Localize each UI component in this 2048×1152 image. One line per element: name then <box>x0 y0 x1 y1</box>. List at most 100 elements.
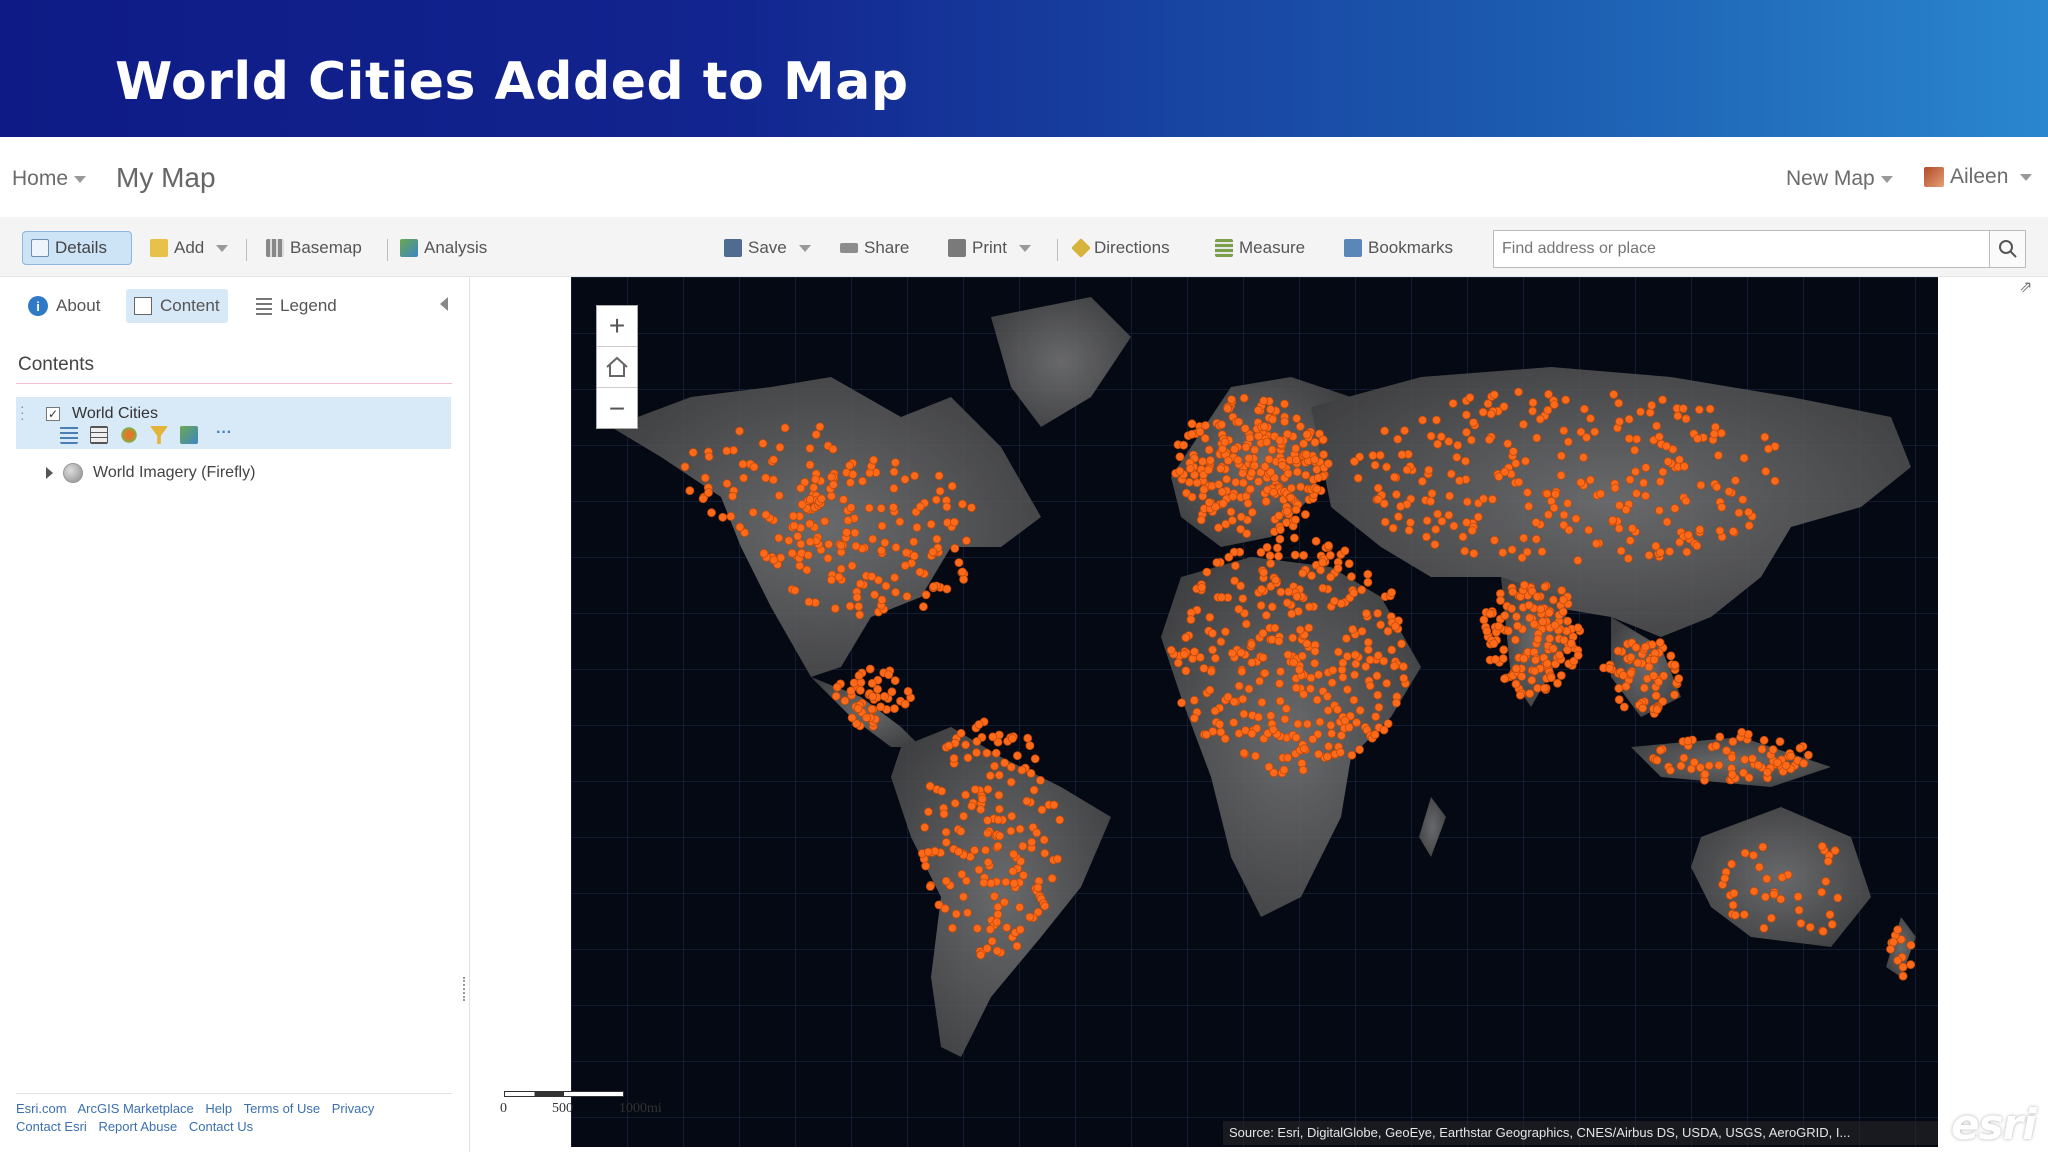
city-point[interactable] <box>1222 474 1231 484</box>
city-point[interactable] <box>1257 697 1267 707</box>
city-point[interactable] <box>1627 523 1637 533</box>
city-point[interactable] <box>846 686 856 696</box>
filter-icon[interactable] <box>150 426 168 444</box>
city-point[interactable] <box>1524 600 1534 610</box>
city-point[interactable] <box>803 550 813 560</box>
city-point[interactable] <box>1270 623 1280 633</box>
city-point[interactable] <box>1223 456 1233 466</box>
city-point[interactable] <box>909 537 919 547</box>
city-point[interactable] <box>1277 460 1287 470</box>
city-point[interactable] <box>1323 459 1333 469</box>
city-point[interactable] <box>1596 489 1605 499</box>
city-point[interactable] <box>1388 523 1398 533</box>
city-point[interactable] <box>1319 450 1328 460</box>
city-point[interactable] <box>1349 588 1359 598</box>
city-point[interactable] <box>790 585 800 595</box>
city-point[interactable] <box>1580 404 1589 414</box>
city-point[interactable] <box>1549 503 1559 513</box>
city-point[interactable] <box>1730 910 1740 920</box>
city-point[interactable] <box>1387 645 1397 655</box>
city-point[interactable] <box>1437 516 1447 526</box>
city-point[interactable] <box>1424 465 1434 475</box>
city-point[interactable] <box>1491 654 1500 664</box>
city-point[interactable] <box>1624 434 1634 444</box>
city-point[interactable] <box>1291 733 1301 743</box>
city-point[interactable] <box>826 491 836 501</box>
city-point[interactable] <box>1674 674 1684 684</box>
city-point[interactable] <box>1500 674 1509 684</box>
city-point[interactable] <box>1519 654 1529 664</box>
city-point[interactable] <box>1469 418 1478 428</box>
city-point[interactable] <box>1008 866 1018 876</box>
analysis-icon[interactable] <box>180 426 198 444</box>
city-point[interactable] <box>1315 717 1325 727</box>
city-point[interactable] <box>1255 676 1264 686</box>
city-point[interactable] <box>1338 658 1348 668</box>
city-point[interactable] <box>805 537 815 547</box>
city-point[interactable] <box>1496 596 1505 605</box>
city-point[interactable] <box>1291 683 1301 693</box>
city-point[interactable] <box>1195 427 1205 437</box>
city-point[interactable] <box>1022 796 1032 806</box>
city-point[interactable] <box>1655 477 1665 487</box>
city-point[interactable] <box>1244 684 1254 694</box>
city-point[interactable] <box>1567 638 1576 648</box>
city-point[interactable] <box>868 692 878 702</box>
city-point[interactable] <box>989 891 999 901</box>
city-point[interactable] <box>1389 661 1399 671</box>
city-point[interactable] <box>1216 637 1226 647</box>
city-point[interactable] <box>900 699 910 709</box>
city-point[interactable] <box>949 517 959 527</box>
city-point[interactable] <box>1283 650 1293 660</box>
city-point[interactable] <box>983 858 993 867</box>
city-point[interactable] <box>963 908 972 918</box>
city-point[interactable] <box>1230 444 1239 454</box>
city-point[interactable] <box>1239 393 1249 403</box>
city-point[interactable] <box>1283 469 1293 478</box>
city-point[interactable] <box>1310 658 1320 668</box>
city-point[interactable] <box>1246 484 1255 494</box>
city-point[interactable] <box>1793 892 1803 902</box>
city-point[interactable] <box>935 486 945 496</box>
city-point[interactable] <box>1431 524 1441 534</box>
city-point[interactable] <box>758 439 768 448</box>
city-point[interactable] <box>1301 470 1311 480</box>
city-point[interactable] <box>950 798 960 808</box>
city-point[interactable] <box>1531 518 1541 527</box>
city-point[interactable] <box>1266 404 1275 414</box>
city-point[interactable] <box>1310 455 1319 465</box>
footer-link-contact-esri[interactable]: Contact Esri <box>16 1119 87 1134</box>
city-point[interactable] <box>1631 642 1641 652</box>
city-point[interactable] <box>1556 451 1566 461</box>
city-point[interactable] <box>828 444 838 454</box>
city-point[interactable] <box>1269 768 1279 778</box>
city-point[interactable] <box>1280 714 1290 724</box>
city-point[interactable] <box>1665 547 1674 556</box>
city-point[interactable] <box>1015 925 1025 934</box>
city-point[interactable] <box>1197 582 1207 592</box>
city-point[interactable] <box>1375 450 1385 460</box>
city-point[interactable] <box>986 878 996 888</box>
city-point[interactable] <box>1540 582 1550 592</box>
city-point[interactable] <box>1173 658 1183 668</box>
city-point[interactable] <box>1181 633 1191 643</box>
city-point[interactable] <box>1762 874 1772 884</box>
city-point[interactable] <box>1427 489 1437 498</box>
city-point[interactable] <box>1015 824 1025 834</box>
city-point[interactable] <box>870 590 880 600</box>
city-point[interactable] <box>895 517 905 527</box>
city-point[interactable] <box>1666 651 1676 661</box>
city-point[interactable] <box>1537 547 1547 557</box>
city-point[interactable] <box>1290 550 1300 560</box>
city-point[interactable] <box>1559 426 1569 436</box>
city-point[interactable] <box>1192 478 1202 488</box>
city-point[interactable] <box>1514 387 1523 397</box>
city-point[interactable] <box>855 610 865 620</box>
city-point[interactable] <box>1563 437 1573 447</box>
city-point[interactable] <box>1262 437 1272 447</box>
city-point[interactable] <box>1715 732 1725 742</box>
city-point[interactable] <box>1543 405 1553 415</box>
city-point[interactable] <box>1274 511 1284 521</box>
city-point[interactable] <box>1266 559 1275 569</box>
city-point[interactable] <box>1679 753 1689 763</box>
